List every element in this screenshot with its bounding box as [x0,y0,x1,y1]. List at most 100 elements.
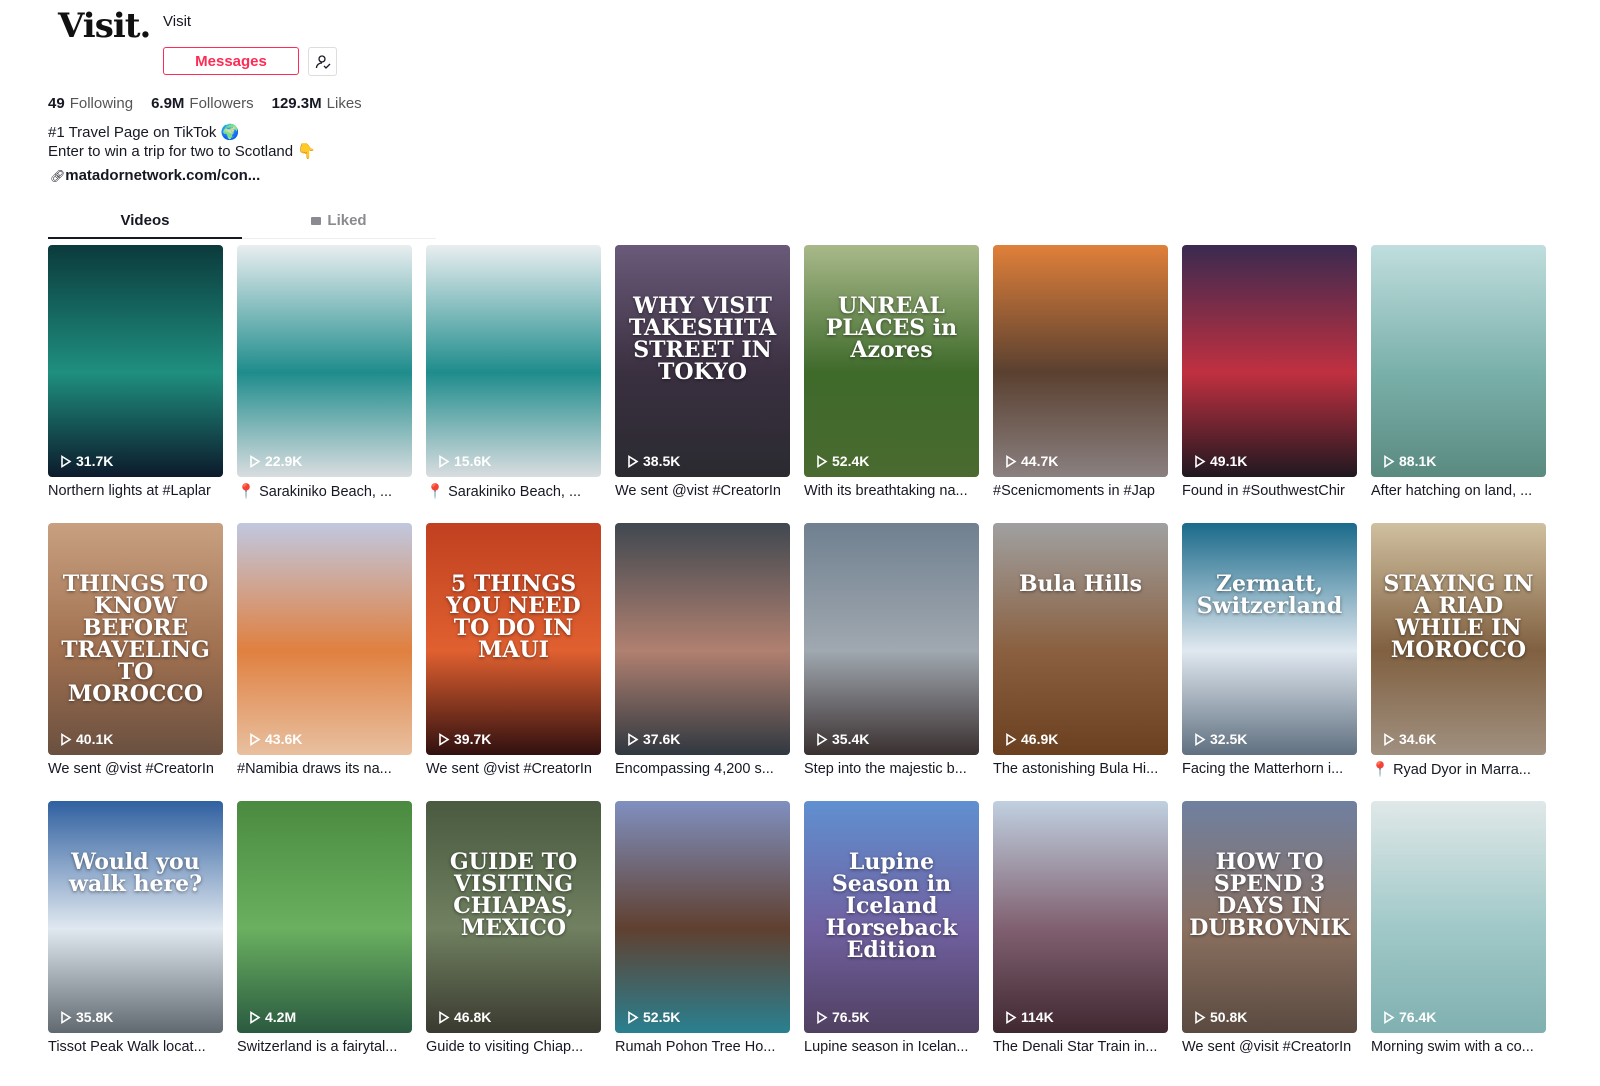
video-card[interactable]: Zermatt, Switzerland 32.5K Facing the Ma… [1182,523,1357,777]
video-thumbnail[interactable]: Lupine Season in Iceland Horseback Editi… [804,801,979,1033]
video-thumbnail[interactable]: STAYING IN A RIAD WHILE IN MOROCCO 34.6K [1371,523,1546,755]
video-card[interactable]: 76.4K Morning swim with a co... [1371,801,1546,1055]
video-thumbnail[interactable]: 15.6K [426,245,601,477]
video-thumbnail[interactable]: 5 THINGS YOU NEED TO DO IN MAUI 39.7K [426,523,601,755]
video-thumbnail[interactable]: HOW TO SPEND 3 DAYS IN DUBROVNIK 50.8K [1182,801,1357,1033]
video-thumbnail[interactable]: Would you walk here? 35.8K [48,801,223,1033]
video-caption[interactable]: 📍 Sarakiniko Beach, ... [237,483,412,500]
view-count: 52.5K [627,1009,680,1025]
video-card[interactable]: 37.6K Encompassing 4,200 s... [615,523,790,777]
video-caption[interactable]: 📍 Sarakiniko Beach, ... [426,483,601,500]
view-count-text: 4.2M [265,1009,297,1025]
video-caption[interactable]: Facing the Matterhorn i... [1182,761,1357,777]
video-card[interactable]: 88.1K After hatching on land, ... [1371,245,1546,499]
stat-value: 129.3M [271,95,322,112]
messages-button[interactable]: Messages [163,47,299,75]
video-thumbnail[interactable]: 43.6K [237,523,412,755]
view-count: 114K [1005,1009,1054,1025]
play-icon [61,454,72,468]
following-status-button[interactable] [308,47,337,76]
video-caption[interactable]: We sent @vist #CreatorIn [426,761,601,777]
video-card[interactable]: 31.7K Northern lights at #Laplar [48,245,223,499]
video-card[interactable]: GUIDE TO VISITING CHIAPAS, MEXICO 46.8K … [426,801,601,1055]
view-count: 46.9K [1005,731,1058,747]
tab-videos[interactable]: Videos [48,212,242,239]
video-caption[interactable]: Guide to visiting Chiap... [426,1039,601,1055]
view-count-text: 15.6K [454,453,492,469]
video-card[interactable]: 114K The Denali Star Train in... [993,801,1168,1055]
play-icon [1006,454,1017,468]
view-count-text: 35.4K [832,731,870,747]
video-caption[interactable]: #Scenicmoments in #Jap [993,483,1168,499]
video-thumbnail[interactable]: 88.1K [1371,245,1546,477]
video-card[interactable]: STAYING IN A RIAD WHILE IN MOROCCO 34.6K… [1371,523,1546,778]
bio-link-text: matadornetwork.com/con... [65,167,261,184]
video-caption[interactable]: The Denali Star Train in... [993,1039,1168,1055]
tab-liked-label: Liked [327,212,367,229]
video-thumbnail[interactable]: 114K [993,801,1168,1033]
video-thumbnail[interactable]: 52.5K [615,801,790,1033]
video-thumbnail[interactable]: WHY VISIT TAKESHITA STREET IN TOKYO 38.5… [615,245,790,477]
video-caption[interactable]: We sent @vist #CreatorIn [48,761,223,777]
video-card[interactable]: Bula Hills 46.9K The astonishing Bula Hi… [993,523,1168,777]
video-thumbnail[interactable]: 22.9K [237,245,412,477]
video-card[interactable]: 49.1K Found in #SouthwestChir [1182,245,1357,499]
video-caption[interactable]: Encompassing 4,200 s... [615,761,790,777]
video-card[interactable]: THINGS TO KNOW BEFORE TRAVELING TO MOROC… [48,523,223,777]
video-thumbnail[interactable]: 49.1K [1182,245,1357,477]
view-count-text: 49.1K [1210,453,1248,469]
video-thumbnail[interactable]: 76.4K [1371,801,1546,1033]
video-caption[interactable]: Northern lights at #Laplar [48,483,223,499]
video-thumbnail[interactable]: Zermatt, Switzerland 32.5K [1182,523,1357,755]
video-caption[interactable]: Found in #SouthwestChir [1182,483,1357,499]
stat-followers[interactable]: 6.9M Followers [151,95,254,112]
play-icon [250,732,261,746]
video-caption[interactable]: #Namibia draws its na... [237,761,412,777]
video-caption[interactable]: 📍 Ryad Dyor in Marra... [1371,761,1546,778]
video-caption[interactable]: Step into the majestic b... [804,761,979,777]
video-card[interactable]: Would you walk here? 35.8K Tissot Peak W… [48,801,223,1055]
video-card[interactable]: HOW TO SPEND 3 DAYS IN DUBROVNIK 50.8K W… [1182,801,1357,1055]
video-caption[interactable]: Rumah Pohon Tree Ho... [615,1039,790,1055]
video-card[interactable]: Lupine Season in Iceland Horseback Editi… [804,801,979,1055]
video-caption[interactable]: With its breathtaking na... [804,483,979,499]
video-card[interactable]: 35.4K Step into the majestic b... [804,523,979,777]
view-count: 76.4K [1383,1009,1436,1025]
tab-liked[interactable]: Liked [242,212,436,229]
video-card[interactable]: 15.6K 📍 Sarakiniko Beach, ... [426,245,601,500]
video-thumbnail[interactable]: 37.6K [615,523,790,755]
stat-following[interactable]: 49 Following [48,95,133,112]
video-caption[interactable]: Lupine season in Icelan... [804,1039,979,1055]
video-card[interactable]: 52.5K Rumah Pohon Tree Ho... [615,801,790,1055]
thumbnail-overlay-text: STAYING IN A RIAD WHILE IN MOROCCO [1383,571,1534,663]
view-count-text: 43.6K [265,731,303,747]
video-caption[interactable]: After hatching on land, ... [1371,483,1546,499]
video-card[interactable]: 44.7K #Scenicmoments in #Jap [993,245,1168,499]
video-thumbnail[interactable]: Bula Hills 46.9K [993,523,1168,755]
video-thumbnail[interactable]: UNREAL PLACES in Azores 52.4K [804,245,979,477]
video-thumbnail[interactable]: GUIDE TO VISITING CHIAPAS, MEXICO 46.8K [426,801,601,1033]
video-thumbnail[interactable]: 4.2M [237,801,412,1033]
video-caption[interactable]: Tissot Peak Walk locat... [48,1039,223,1055]
video-caption[interactable]: Switzerland is a fairytal... [237,1039,412,1055]
view-count-text: 44.7K [1021,453,1059,469]
lock-icon [311,217,322,225]
play-icon [250,1010,261,1024]
view-count-text: 46.9K [1021,731,1059,747]
video-card[interactable]: 22.9K 📍 Sarakiniko Beach, ... [237,245,412,500]
video-card[interactable]: WHY VISIT TAKESHITA STREET IN TOKYO 38.5… [615,245,790,499]
video-thumbnail[interactable]: 44.7K [993,245,1168,477]
video-caption[interactable]: The astonishing Bula Hi... [993,761,1168,777]
video-card[interactable]: 43.6K #Namibia draws its na... [237,523,412,777]
video-caption[interactable]: Morning swim with a co... [1371,1039,1546,1055]
bio: #1 Travel Page on TikTok 🌍 Enter to win … [48,123,316,161]
video-thumbnail[interactable]: 31.7K [48,245,223,477]
video-card[interactable]: UNREAL PLACES in Azores 52.4K With its b… [804,245,979,499]
video-caption[interactable]: We sent @vist #CreatorIn [615,483,790,499]
video-card[interactable]: 5 THINGS YOU NEED TO DO IN MAUI 39.7K We… [426,523,601,777]
bio-link[interactable]: 🔗︎matadornetwork.com/con... [50,167,260,184]
video-caption[interactable]: We sent @visit #CreatorIn [1182,1039,1357,1055]
video-card[interactable]: 4.2M Switzerland is a fairytal... [237,801,412,1055]
video-thumbnail[interactable]: THINGS TO KNOW BEFORE TRAVELING TO MOROC… [48,523,223,755]
video-thumbnail[interactable]: 35.4K [804,523,979,755]
